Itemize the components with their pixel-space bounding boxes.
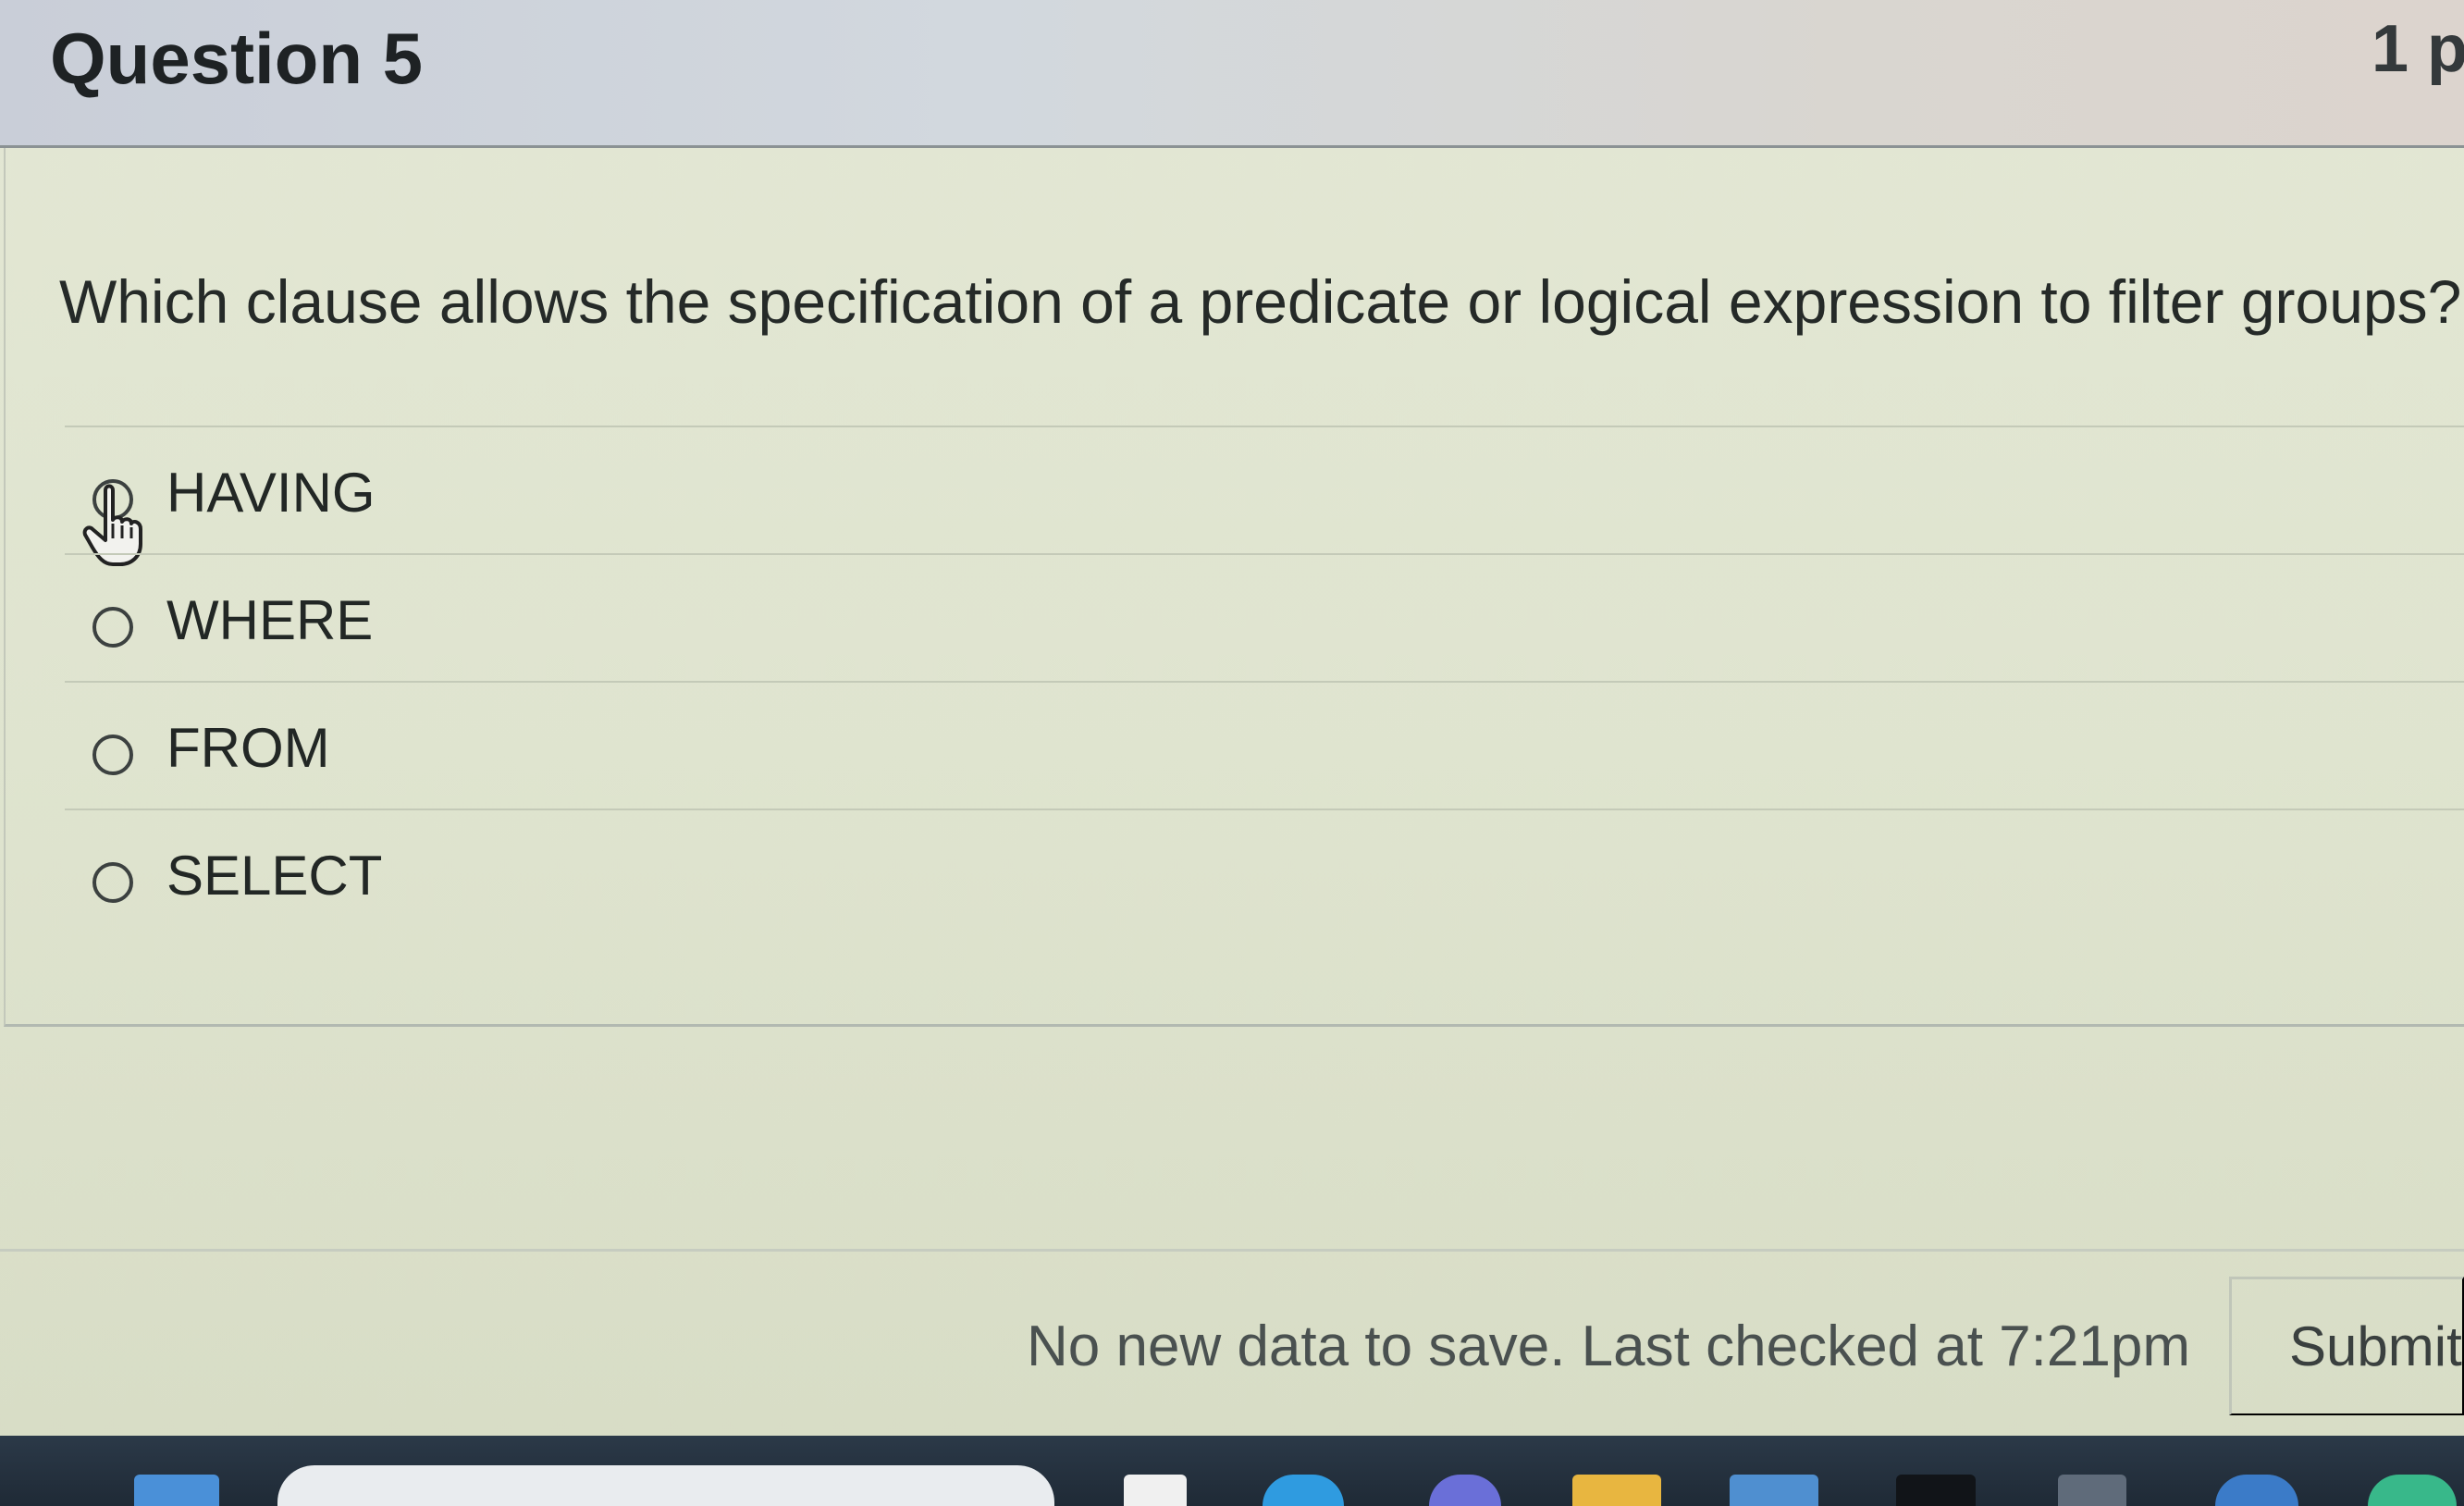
edge-icon[interactable] — [1263, 1475, 1344, 1506]
app-icon[interactable] — [1896, 1475, 1976, 1506]
question-header: Question 5 1 p — [0, 0, 2464, 148]
question-title: Question 5 — [50, 18, 424, 99]
answer-label-from[interactable]: FROM — [166, 716, 330, 780]
answer-label-where[interactable]: WHERE — [166, 588, 373, 652]
radio-button-where[interactable] — [92, 607, 133, 648]
answer-label-having[interactable]: HAVING — [166, 461, 376, 525]
answer-option-where[interactable]: WHERE — [65, 553, 2464, 681]
answer-label-select[interactable]: SELECT — [166, 844, 382, 907]
answer-option-select[interactable]: SELECT — [65, 809, 2464, 936]
answer-option-from[interactable]: FROM — [65, 681, 2464, 809]
app-icon[interactable] — [1124, 1475, 1187, 1506]
app-icon[interactable] — [2368, 1475, 2457, 1506]
taskbar — [0, 1436, 2464, 1506]
folder-icon[interactable] — [1572, 1475, 1661, 1506]
question-text: Which clause allows the specification of… — [59, 267, 2462, 336]
submit-quiz-button[interactable]: Submit — [2229, 1277, 2464, 1415]
answer-list: HAVING WHERE FROM SELECT — [65, 426, 2464, 936]
calculator-icon[interactable] — [2058, 1475, 2126, 1506]
footer-divider — [0, 1249, 2464, 1252]
teams-icon[interactable] — [1429, 1475, 1501, 1506]
search-bar[interactable] — [277, 1465, 1054, 1506]
radio-button-from[interactable] — [92, 734, 133, 775]
answer-option-having[interactable]: HAVING — [65, 426, 2464, 566]
app-icon[interactable] — [2215, 1475, 2298, 1506]
store-icon[interactable] — [1730, 1475, 1818, 1506]
question-body: Which clause allows the specification of… — [4, 148, 2464, 1027]
radio-button-select[interactable] — [92, 862, 133, 903]
question-points: 1 p — [2372, 12, 2464, 86]
start-icon[interactable] — [134, 1475, 219, 1506]
autosave-status: No new data to save. Last checked at 7:2… — [1027, 1315, 2190, 1378]
